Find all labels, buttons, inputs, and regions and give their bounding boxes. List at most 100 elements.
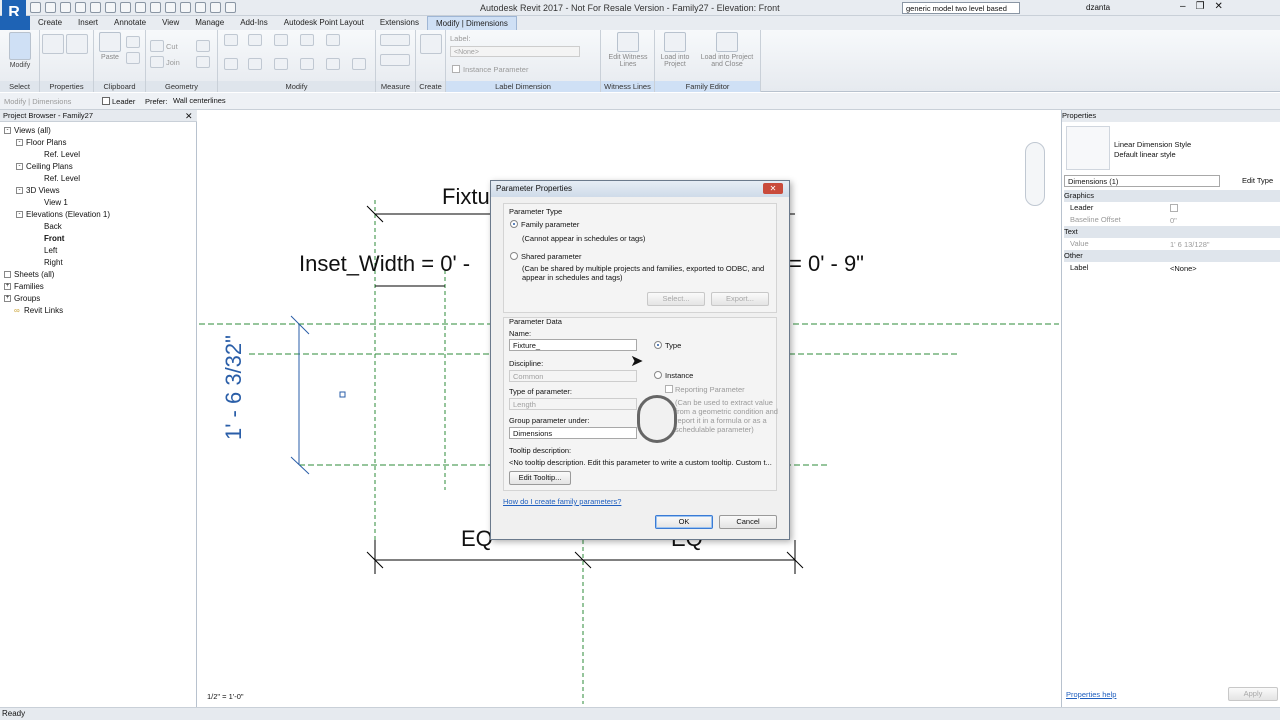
tree-floor-plans[interactable]: - Floor Plans bbox=[16, 138, 66, 147]
close-icon[interactable]: ✕ bbox=[1215, 1, 1223, 12]
measure-icon[interactable] bbox=[120, 2, 131, 13]
discipline-dropdown[interactable]: Common bbox=[509, 370, 637, 382]
copy-element-icon[interactable] bbox=[248, 58, 262, 70]
tree-3d-views[interactable]: -3D Views bbox=[16, 186, 60, 195]
collapse-icon[interactable]: - bbox=[4, 127, 11, 135]
instance-parameter-checkbox[interactable] bbox=[452, 65, 460, 73]
type-radio[interactable] bbox=[654, 341, 662, 349]
open-icon[interactable] bbox=[30, 2, 41, 13]
value-prop-value[interactable]: 1' 6 13/128" bbox=[1170, 240, 1210, 249]
split-face-icon[interactable] bbox=[196, 56, 210, 68]
family-parameter-label[interactable]: Family parameter bbox=[521, 220, 579, 229]
tab-annotate[interactable]: Annotate bbox=[106, 16, 154, 30]
collapse-icon[interactable]: - bbox=[16, 163, 23, 171]
create-similar-icon[interactable] bbox=[420, 34, 442, 54]
offset-icon[interactable] bbox=[248, 34, 262, 46]
tree-revit-links[interactable]: ∞ Revit Links bbox=[14, 306, 63, 315]
rotate-icon[interactable] bbox=[274, 58, 288, 70]
close-browser-icon[interactable]: ✕ bbox=[185, 111, 193, 122]
tree-view-1[interactable]: View 1 bbox=[44, 198, 68, 207]
text-section[interactable]: Text bbox=[1064, 226, 1280, 238]
3d-view-icon[interactable] bbox=[165, 2, 176, 13]
section-icon[interactable] bbox=[180, 2, 191, 13]
redo-icon[interactable] bbox=[90, 2, 101, 13]
type-name[interactable]: Linear Dimension Style bbox=[1114, 140, 1191, 149]
type-of-parameter-dropdown[interactable]: Length bbox=[509, 398, 637, 410]
type-subname[interactable]: Default linear style bbox=[1114, 150, 1176, 159]
scale-icon[interactable] bbox=[352, 58, 366, 70]
thin-lines-icon[interactable] bbox=[195, 2, 206, 13]
dialog-close-icon[interactable]: ✕ bbox=[763, 183, 783, 194]
trim-icon[interactable] bbox=[300, 58, 314, 70]
array-icon[interactable] bbox=[326, 58, 340, 70]
paste-button[interactable]: Paste bbox=[98, 32, 122, 61]
tree-left[interactable]: Left bbox=[44, 246, 57, 255]
dimension-icon[interactable] bbox=[135, 2, 146, 13]
tree-groups[interactable]: + Groups bbox=[4, 294, 40, 303]
properties-help-link[interactable]: Properties help bbox=[1066, 690, 1116, 699]
cut-icon[interactable] bbox=[150, 40, 164, 52]
eq-left-label[interactable]: EQ bbox=[461, 526, 493, 552]
tree-views-all[interactable]: - Views (all) bbox=[4, 126, 51, 135]
collapse-icon[interactable]: - bbox=[16, 187, 23, 195]
tree-front[interactable]: Front bbox=[44, 234, 64, 243]
switch-windows-icon[interactable] bbox=[225, 2, 236, 13]
right-dimension-label[interactable]: = 0' - 9" bbox=[789, 251, 864, 277]
reporting-parameter-checkbox[interactable] bbox=[665, 385, 673, 393]
other-section[interactable]: Other bbox=[1064, 250, 1280, 262]
load-and-close-button[interactable]: Load into Project and Close bbox=[695, 32, 759, 68]
split-icon[interactable] bbox=[326, 34, 340, 46]
tree-ref-level-fp[interactable]: Ref. Level bbox=[44, 150, 80, 159]
export-button[interactable]: Export... bbox=[711, 292, 769, 306]
edit-type-button[interactable]: Edit Type bbox=[1242, 176, 1273, 185]
restore-icon[interactable]: ❐ bbox=[1196, 1, 1205, 12]
tab-manage[interactable]: Manage bbox=[187, 16, 232, 30]
element-selector[interactable]: Dimensions (1) bbox=[1064, 175, 1220, 187]
collapse-icon[interactable]: - bbox=[16, 211, 23, 219]
cut-label[interactable]: Cut bbox=[166, 42, 178, 51]
user-name[interactable]: dzanta bbox=[1086, 3, 1110, 12]
undo-icon[interactable] bbox=[75, 2, 86, 13]
tab-modify-dimensions[interactable]: Modify | Dimensions bbox=[426, 16, 517, 30]
label-dropdown[interactable]: <None> bbox=[450, 46, 580, 57]
save-icon[interactable] bbox=[45, 2, 56, 13]
inset-width-label[interactable]: Inset_Width = 0' - bbox=[299, 251, 470, 277]
select-panel-label[interactable]: Select bbox=[0, 81, 39, 92]
cancel-button[interactable]: Cancel bbox=[719, 515, 777, 529]
graphics-section[interactable]: Graphics bbox=[1064, 190, 1280, 202]
leader-prop-checkbox[interactable] bbox=[1170, 204, 1178, 212]
join-icon[interactable] bbox=[150, 56, 164, 68]
tab-insert[interactable]: Insert bbox=[70, 16, 106, 30]
type-properties-icon[interactable] bbox=[66, 34, 88, 54]
family-parameter-radio[interactable] bbox=[510, 220, 518, 228]
tree-back[interactable]: Back bbox=[44, 222, 62, 231]
tree-right[interactable]: Right bbox=[44, 258, 63, 267]
tree-ref-level-cp[interactable]: Ref. Level bbox=[44, 174, 80, 183]
aligned-dimension-icon[interactable] bbox=[380, 54, 410, 66]
tab-file[interactable] bbox=[0, 16, 30, 30]
properties-icon[interactable] bbox=[42, 34, 64, 54]
tab-view[interactable]: View bbox=[154, 16, 187, 30]
tree-ceiling-plans[interactable]: - Ceiling Plans bbox=[16, 162, 73, 171]
join-label[interactable]: Join bbox=[166, 58, 180, 67]
sync-icon[interactable] bbox=[60, 2, 71, 13]
copy-icon[interactable] bbox=[126, 36, 140, 48]
edit-witness-lines-button[interactable]: Edit Witness Lines bbox=[603, 32, 653, 68]
tab-add-ins[interactable]: Add-Ins bbox=[232, 16, 276, 30]
minimize-icon[interactable]: – bbox=[1180, 1, 1186, 12]
how-to-link[interactable]: How do I create family parameters? bbox=[503, 497, 621, 506]
instance-radio[interactable] bbox=[654, 371, 662, 379]
baseline-prop-value[interactable]: 0" bbox=[1170, 216, 1177, 225]
align-icon[interactable] bbox=[224, 34, 238, 46]
text-icon[interactable] bbox=[150, 2, 161, 13]
ok-button[interactable]: OK bbox=[655, 515, 713, 529]
apply-button[interactable]: Apply bbox=[1228, 687, 1278, 701]
vertical-dimension-label[interactable]: 1' - 6 3/32" bbox=[221, 335, 247, 440]
expand-icon[interactable]: + bbox=[4, 283, 11, 291]
match-icon[interactable] bbox=[126, 52, 140, 64]
tree-elevations[interactable]: - Elevations (Elevation 1) bbox=[16, 210, 110, 219]
shared-parameter-radio[interactable] bbox=[510, 252, 518, 260]
view-scale[interactable]: 1/2" = 1'-0" bbox=[207, 692, 244, 701]
mirror-draw-icon[interactable] bbox=[300, 34, 314, 46]
modify-button[interactable]: Modify bbox=[4, 32, 36, 69]
